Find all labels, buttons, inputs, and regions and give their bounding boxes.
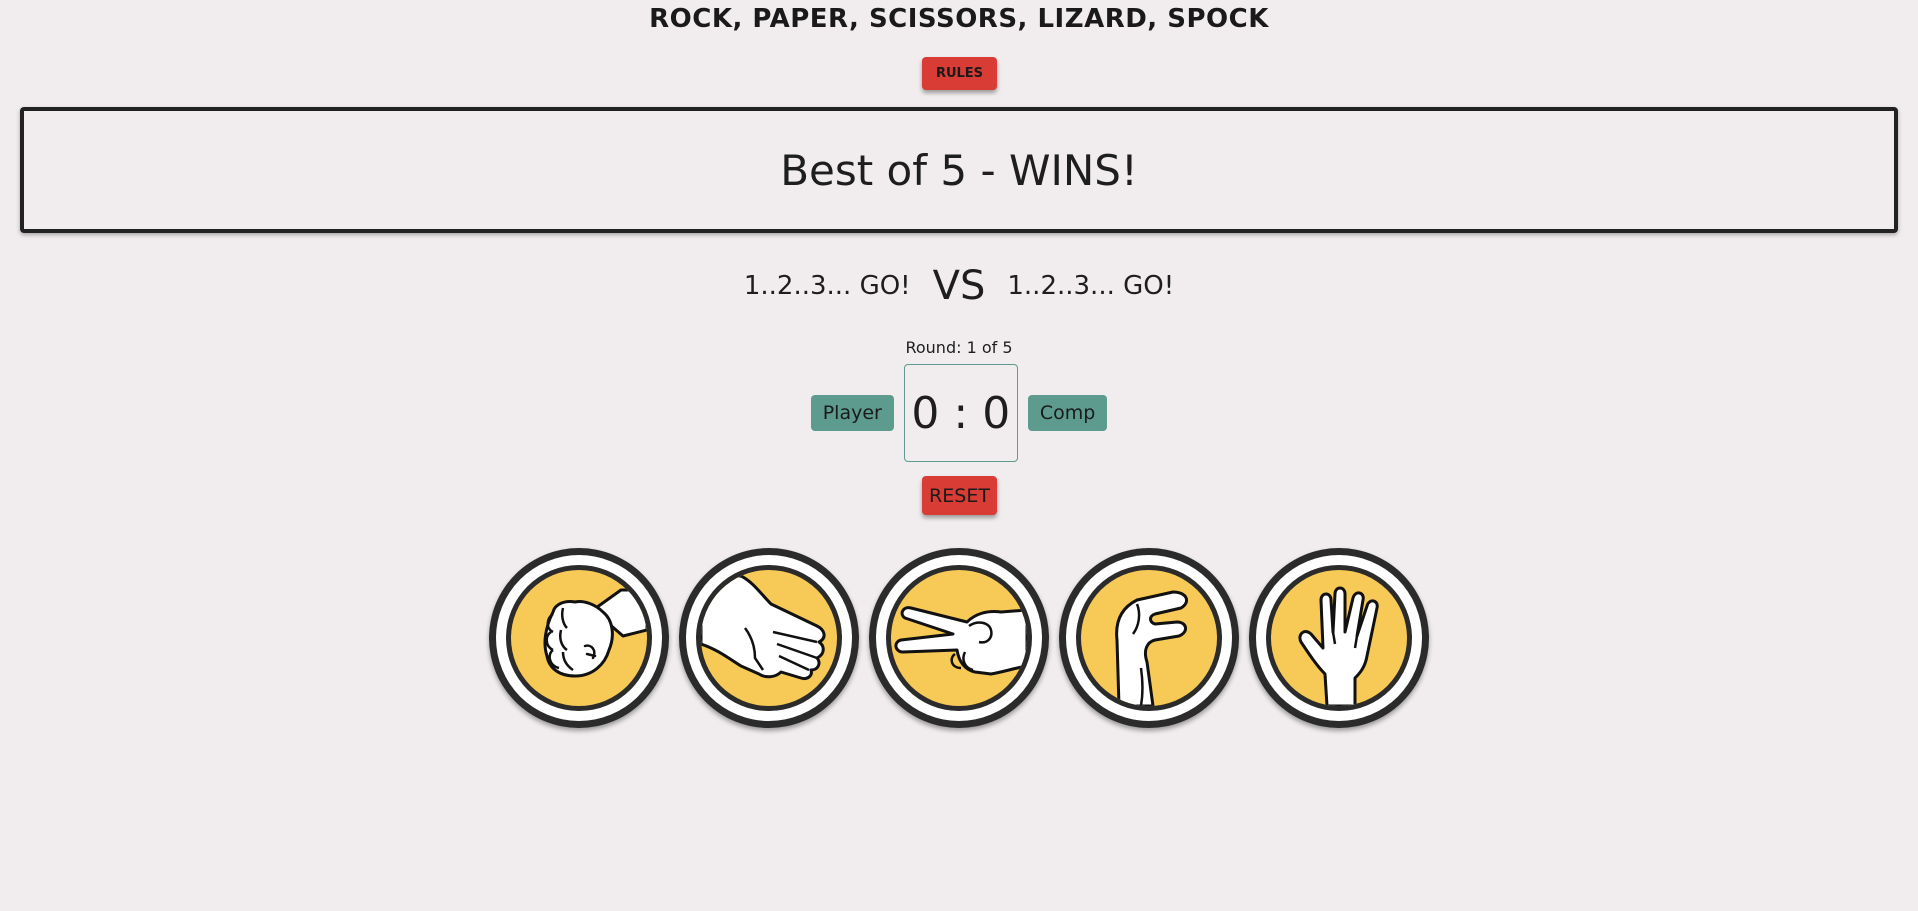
lizard-hand-icon — [1115, 590, 1189, 706]
spock-hand-icon — [1298, 586, 1379, 706]
vs-label: VS — [932, 263, 986, 309]
choice-buttons — [0, 548, 1918, 732]
paper-button[interactable] — [679, 548, 859, 728]
rock-button[interactable] — [489, 548, 669, 728]
result-banner: Best of 5 - WINS! — [20, 107, 1898, 233]
rules-button[interactable]: RULES — [922, 57, 997, 90]
choices-display: 1..2..3... GO! VS 1..2..3... GO! — [0, 258, 1918, 314]
comp-label: Comp — [1027, 395, 1108, 431]
banner-text: Best of 5 - WINS! — [780, 145, 1138, 195]
paper-hand-icon — [701, 574, 826, 680]
spock-button[interactable] — [1249, 548, 1429, 728]
score-display: 0 : 0 — [903, 364, 1018, 462]
game-title: ROCK, PAPER, SCISSORS, LIZARD, SPOCK — [649, 4, 1269, 34]
comp-choice-text: 1..2..3... GO! — [1007, 271, 1175, 301]
lizard-button[interactable] — [1059, 548, 1239, 728]
player-choice-text: 1..2..3... GO! — [743, 271, 911, 301]
reset-button[interactable]: RESET — [922, 476, 997, 515]
round-counter: Round: 1 of 5 — [905, 338, 1013, 357]
scissors-hand-icon — [894, 606, 1027, 676]
scoreboard: Player 0 : 0 Comp — [0, 364, 1918, 462]
rock-hand-icon — [543, 588, 647, 678]
player-label: Player — [810, 395, 894, 431]
scissors-button[interactable] — [869, 548, 1049, 728]
